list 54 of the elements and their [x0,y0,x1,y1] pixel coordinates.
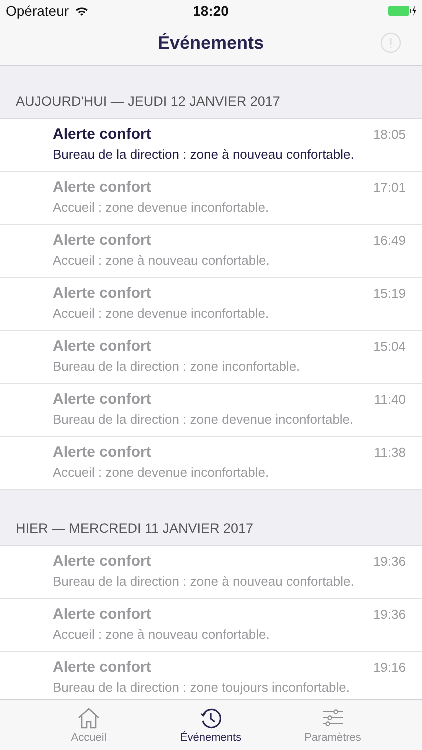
event-row[interactable]: Alerte confort 11:38 Accueil : zone devenue inconfortable. [0,437,422,490]
event-row[interactable]: Alerte confort 19:36 Accueil : zone à nouveau confortable. [0,599,422,652]
event-row[interactable]: Alerte confort 16:49 Accueil : zone à nouveau confortable. [0,225,422,278]
event-message: Accueil : zone à nouveau confortable. [53,627,271,642]
event-message: Accueil : zone devenue inconfortable. [53,465,270,480]
sliders-icon [321,706,345,728]
section-header: HIER — MERCREDI 11 JANVIER 2017 [16,521,254,536]
event-time: 15:04 [373,339,406,354]
event-message: Bureau de la direction : zone à nouveau confortable. [53,574,356,589]
history-icon [199,706,223,728]
home-icon [77,706,101,728]
event-message: Bureau de la direction : zone devenue inconfortable. [53,412,355,427]
alert-icon[interactable] [380,32,402,54]
event-row[interactable]: Alerte confort 18:05 Bureau de la direction : zone à nouveau confortable. [0,119,422,172]
event-row[interactable]: Alerte confort 11:40 Bureau de la direction : zone devenue inconfortable. [0,384,422,437]
event-message: Bureau de la direction : zone toujours inconfortable. [53,680,352,695]
tab-item[interactable]: Événements [155,700,267,750]
wifi-icon [75,6,90,16]
tab-item[interactable]: Paramètres [277,700,389,750]
event-time: 11:40 [374,392,406,407]
event-row[interactable]: Alerte confort 15:19 Accueil : zone devenue inconfortable. [0,278,422,331]
event-title: Alerte confort [53,232,152,249]
section-header: AUJOURD'HUI — JEUDI 12 JANVIER 2017 [16,94,280,109]
event-row[interactable]: Alerte confort 17:01 Accueil : zone devenue inconfortable. [0,172,422,225]
event-message: Accueil : zone à nouveau confortable. [53,253,271,268]
event-message: Accueil : zone devenue inconfortable. [53,306,270,321]
event-time: 15:19 [373,286,406,301]
screen-title: Événements [158,33,264,54]
status-time: 18:20 [193,3,229,19]
event-title: Alerte confort [53,444,152,461]
event-time: 19:36 [373,607,406,622]
event-message: Accueil : zone devenue inconfortable. [53,200,270,215]
event-title: Alerte confort [53,553,152,570]
event-time: 19:36 [373,554,406,569]
event-time: 19:16 [373,660,406,675]
event-title: Alerte confort [53,285,152,302]
event-row[interactable]: Alerte confort 19:16 Bureau de la direction : zone toujours inconfortable. [0,652,422,699]
event-title: Alerte confort [53,391,152,408]
event-message: Bureau de la direction : zone inconfortable. [53,359,302,374]
battery-icon [388,5,418,17]
event-title: Alerte confort [53,659,152,676]
event-time: 18:05 [373,127,406,142]
event-row[interactable]: Alerte confort 19:36 Bureau de la direction : zone à nouveau confortable. [0,546,422,599]
event-message: Bureau de la direction : zone à nouveau confortable. [53,147,356,162]
event-time: 16:49 [373,233,406,248]
event-title: Alerte confort [53,126,152,143]
event-time: 11:38 [374,445,406,460]
event-title: Alerte confort [53,179,152,196]
event-title: Alerte confort [53,338,152,355]
event-title: Alerte confort [53,606,152,623]
tab-item[interactable]: Accueil [33,700,145,750]
event-time: 17:01 [373,180,406,195]
event-row[interactable]: Alerte confort 15:04 Bureau de la direction : zone inconfortable. [0,331,422,384]
carrier-name: Opérateur [6,3,70,19]
